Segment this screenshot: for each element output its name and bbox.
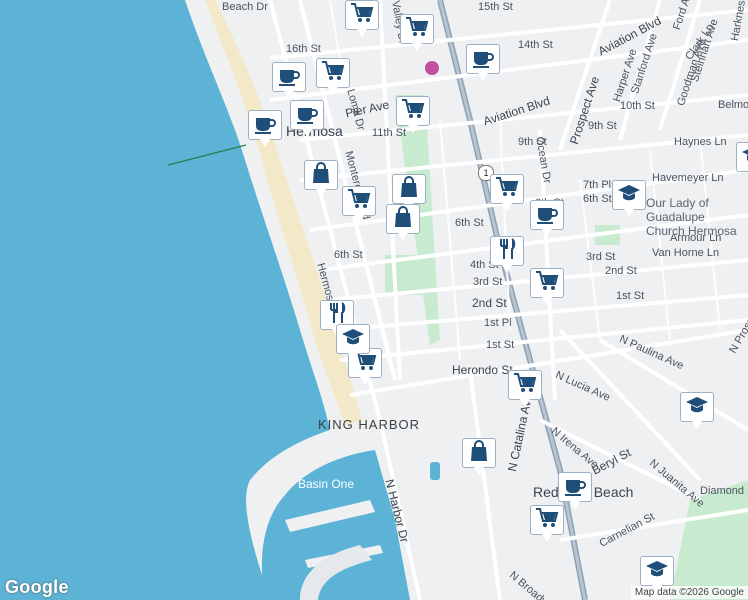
cart-icon — [495, 176, 519, 203]
museum-icon[interactable] — [425, 61, 439, 75]
map-marker[interactable] — [490, 174, 524, 214]
cart-icon — [347, 188, 371, 215]
street-label: 9th St — [588, 120, 617, 132]
map-attribution[interactable]: Map data ©2026 Google — [630, 586, 748, 599]
area-label: KING HARBOR — [318, 417, 421, 432]
map-marker[interactable] — [248, 110, 282, 150]
street-label: 6th St — [583, 193, 612, 205]
cart-icon — [513, 372, 537, 399]
street-label: Belmont Ln — [718, 99, 748, 111]
cart-icon — [405, 16, 429, 43]
street-label: 14th St — [518, 39, 553, 51]
map-marker[interactable] — [272, 62, 306, 102]
street-label: 3rd St — [473, 276, 503, 288]
map-marker[interactable] — [386, 204, 420, 244]
map-marker[interactable] — [316, 58, 350, 98]
map-marker[interactable] — [736, 142, 748, 182]
map-marker[interactable] — [345, 0, 379, 40]
school-icon — [617, 182, 641, 209]
street-label: Havemeyer Ln — [652, 172, 724, 184]
coffee-icon — [295, 102, 319, 129]
map-marker[interactable] — [530, 200, 564, 240]
school-icon — [741, 144, 748, 171]
street-label: 3rd St — [586, 251, 616, 263]
cart-icon — [535, 270, 559, 297]
map-marker[interactable] — [466, 44, 500, 84]
map-marker[interactable] — [680, 392, 714, 432]
google-logo: Google — [5, 577, 69, 597]
bag-icon — [397, 175, 421, 203]
water-label: Basin One — [298, 477, 355, 491]
coffee-icon — [535, 202, 559, 229]
street-label: Diamond St — [700, 485, 748, 497]
bag-icon — [309, 161, 333, 189]
cart-icon — [321, 60, 345, 87]
cart-icon — [535, 507, 559, 534]
street-label: 1st Pl — [484, 317, 512, 329]
map-marker[interactable] — [304, 160, 338, 200]
street-label: Haynes Ln — [674, 136, 727, 148]
street-label: 2nd St — [472, 296, 507, 310]
fork-knife-icon — [495, 237, 519, 265]
coffee-icon — [253, 112, 277, 139]
street-label: 2nd St — [605, 265, 637, 277]
cart-icon — [350, 2, 374, 29]
coffee-icon — [471, 46, 495, 73]
map-marker[interactable] — [396, 96, 430, 136]
street-label: Van Horne Ln — [652, 247, 720, 259]
street-label: 1st St — [616, 290, 645, 302]
school-icon — [341, 326, 365, 353]
map-marker[interactable] — [612, 180, 646, 220]
street-label: 7th Pl — [583, 179, 612, 191]
street-label: 6th St — [455, 217, 484, 229]
map-marker[interactable] — [336, 324, 370, 364]
street-label: Herondo St — [452, 363, 513, 377]
street-label: 15th St — [478, 1, 513, 13]
map-marker[interactable] — [530, 505, 564, 545]
street-label: 6th St — [334, 249, 363, 261]
map-marker[interactable] — [508, 370, 542, 410]
cart-icon — [401, 98, 425, 125]
poi-label: Our Lady of Guadalupe Church Hermosa — [646, 196, 737, 238]
map-marker[interactable] — [530, 268, 564, 308]
map-marker[interactable] — [490, 236, 524, 276]
map-marker[interactable] — [462, 438, 496, 478]
coffee-icon — [563, 474, 587, 501]
street-label: 1st St — [486, 339, 515, 351]
street-label: 10th St — [620, 100, 655, 112]
street-label: Beach Dr — [222, 1, 268, 13]
street-label: 16th St — [286, 43, 321, 55]
map-marker[interactable] — [290, 100, 324, 140]
map-marker[interactable] — [342, 186, 376, 226]
bag-icon — [467, 439, 491, 467]
school-icon — [645, 558, 669, 585]
map-canvas[interactable]: Beach Dr 16th St 15th St 14th St Pier Av… — [0, 0, 748, 600]
school-icon — [685, 394, 709, 421]
coffee-icon — [277, 64, 301, 91]
map-marker[interactable] — [400, 14, 434, 54]
bag-icon — [391, 205, 415, 233]
